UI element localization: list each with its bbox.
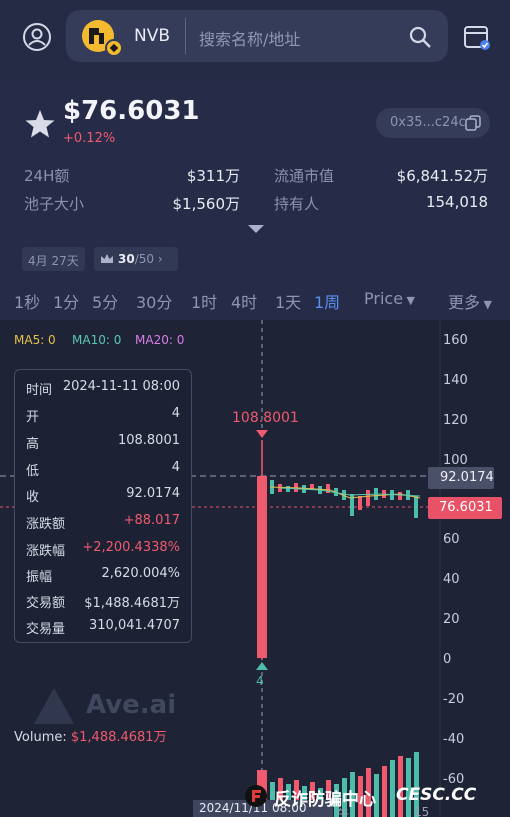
chart-type-select[interactable]: Price ▼ <box>364 289 415 308</box>
token-price: $76.6031 <box>63 96 200 126</box>
high-marker <box>256 430 268 438</box>
score-value: 30 <box>118 252 135 266</box>
y-tick: 140 <box>443 373 468 388</box>
tooltip-label: 高 <box>26 437 40 452</box>
wallet-icon[interactable] <box>462 22 492 52</box>
ma10-indicator[interactable]: MA10: 0 <box>72 333 121 347</box>
tooltip-value: +2,200.4338% <box>82 540 180 555</box>
chart-type-label: Price <box>364 289 404 308</box>
user-icon[interactable] <box>22 22 52 52</box>
chevron-down-icon: ▼ <box>480 298 492 311</box>
star-icon[interactable] <box>24 108 56 140</box>
stat-label-pool-size: 池子大小 <box>24 195 85 213</box>
more-button[interactable]: 更多 ▼ <box>448 289 492 313</box>
tooltip-label: 振幅 <box>26 570 53 585</box>
tab-1m[interactable]: 1分 <box>53 289 79 313</box>
y-tick: 40 <box>443 572 460 587</box>
tooltip-label: 收 <box>26 490 40 505</box>
score-total: /50 <box>134 252 155 266</box>
tooltip-label: 开 <box>26 410 40 425</box>
stat-value-holders: 154,018 <box>425 193 488 211</box>
tooltip-value: 4 <box>171 406 180 421</box>
tab-1w[interactable]: 1周 <box>314 289 340 313</box>
high-label: 108.8001 <box>232 410 299 426</box>
tooltip-value: 310,041.4707 <box>89 618 180 633</box>
tab-30m[interactable]: 30分 <box>136 289 172 313</box>
tab-1s[interactable]: 1秒 <box>14 289 40 313</box>
tooltip-value: +88.017 <box>123 513 180 528</box>
tooltip-value: 2,620.004% <box>101 566 180 581</box>
tooltip-label: 低 <box>26 464 40 479</box>
tooltip-value: 2024-11-11 08:00 <box>62 379 180 394</box>
y-tick: -20 <box>443 692 465 707</box>
anti-fraud-logo-icon <box>245 785 267 807</box>
search-divider <box>185 18 186 54</box>
tooltip-value: 92.0174 <box>126 486 180 501</box>
stat-label-holders: 持有人 <box>274 195 320 213</box>
y-tick: -40 <box>443 732 465 747</box>
tooltip-value: 4 <box>171 460 180 475</box>
tooltip-label: 时间 <box>26 383 53 398</box>
tooltip-value: 108.8001 <box>117 433 180 448</box>
tab-1d[interactable]: 1天 <box>275 289 301 313</box>
crown-icon <box>101 254 113 263</box>
y-tick: 20 <box>443 612 460 627</box>
ma5-indicator[interactable]: MA5: 0 <box>14 333 56 347</box>
address-text: 0x35...c24c <box>390 115 466 130</box>
volume-readout: Volume: $1,488.4681万 <box>14 726 167 745</box>
banner-text: 反诈防骗中心 <box>274 790 376 810</box>
crosshair-price-tag: 92.0174 <box>428 467 494 489</box>
token-logo <box>82 20 123 57</box>
stat-value-pool-size: $1,560万 <box>172 195 241 213</box>
stat-label-24h-volume: 24H额 <box>24 167 70 185</box>
stat-label-market-cap: 流通市值 <box>274 167 335 185</box>
stat-value-market-cap: $6,841.52万 <box>396 167 488 185</box>
price-change: +0.12% <box>63 131 116 146</box>
low-marker <box>256 662 268 670</box>
tab-4h[interactable]: 4时 <box>231 289 257 313</box>
candle-main <box>257 476 267 658</box>
more-label: 更多 <box>448 293 481 312</box>
stat-value-24h-volume: $311万 <box>186 167 240 185</box>
age-badge: 4月 27天 <box>22 247 85 271</box>
tooltip-value: $1,488.4681万 <box>84 596 180 611</box>
watermark-text: Ave.ai <box>86 690 177 720</box>
ma20-indicator[interactable]: MA20: 0 <box>135 333 184 347</box>
search-icon[interactable] <box>408 25 432 49</box>
volume-value: $1,488.4681万 <box>70 730 167 745</box>
tab-1h[interactable]: 1时 <box>191 289 217 313</box>
current-price-tag: 76.6031 <box>428 497 502 519</box>
y-tick: 160 <box>443 333 468 348</box>
y-tick: 0 <box>443 652 452 667</box>
x-axis-label: 15 <box>414 805 430 817</box>
small-candles <box>270 480 418 518</box>
y-tick: 60 <box>443 532 460 547</box>
chevron-right-icon: › <box>154 252 163 266</box>
search-input[interactable]: 搜索名称/地址 <box>199 26 300 50</box>
volume-label: Volume: <box>14 730 67 745</box>
banner-site: CESC.CC <box>396 785 477 805</box>
y-tick: 120 <box>443 413 468 428</box>
expand-stats-icon[interactable] <box>248 225 264 233</box>
tab-5m[interactable]: 5分 <box>92 289 118 313</box>
chevron-down-icon: ▼ <box>403 294 415 307</box>
y-tick: 100 <box>443 453 468 468</box>
low-label: 4 <box>256 674 264 688</box>
token-symbol: NVB <box>134 26 171 46</box>
copy-icon[interactable] <box>465 115 481 131</box>
